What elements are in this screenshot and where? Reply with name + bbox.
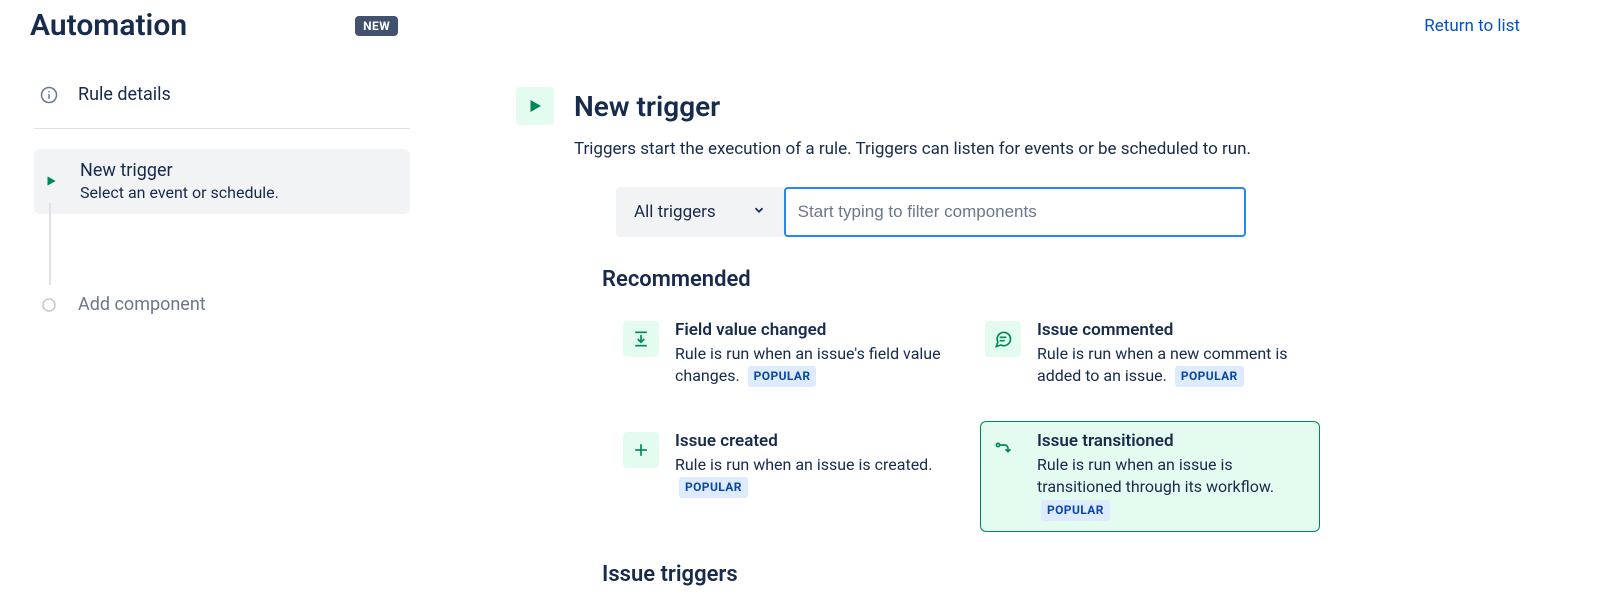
card-description: Rule is run when an issue is created. PO… <box>675 454 943 499</box>
trigger-card-issue-commented[interactable]: Issue commented Rule is run when a new c… <box>980 310 1320 399</box>
sidebar-step-title: New trigger <box>80 159 279 182</box>
sidebar-step-subtitle: Select an event or schedule. <box>80 183 279 204</box>
trigger-chip-icon <box>516 87 554 125</box>
select-value: All triggers <box>634 202 716 222</box>
sidebar-step-new-trigger[interactable]: New trigger Select an event or schedule. <box>34 149 410 213</box>
circle-icon <box>38 294 60 316</box>
sidebar-item-label: Rule details <box>78 83 171 106</box>
new-badge: NEW <box>355 16 398 36</box>
popular-badge: POPULAR <box>679 477 748 498</box>
main-title: New trigger <box>574 90 720 123</box>
card-title: Issue commented <box>1037 319 1305 341</box>
recommended-cards: Field value changed Rule is run when an … <box>618 310 1540 532</box>
main-panel: New trigger Triggers start the execution… <box>420 75 1600 606</box>
plus-icon <box>623 432 659 468</box>
component-filter-input[interactable] <box>784 187 1246 237</box>
rule-sidebar: Rule details New trigger Select an event… <box>0 75 420 606</box>
page-header: Automation NEW Return to list <box>0 0 1600 43</box>
trigger-card-issue-created[interactable]: Issue created Rule is run when an issue … <box>618 421 958 532</box>
section-header-recommended: Recommended <box>602 267 1540 292</box>
main-description: Triggers start the execution of a rule. … <box>574 139 1540 159</box>
sidebar-item-label: Add component <box>78 293 206 316</box>
trigger-category-select[interactable]: All triggers <box>616 187 784 237</box>
popular-badge: POPULAR <box>1175 366 1244 387</box>
trigger-card-field-value-changed[interactable]: Field value changed Rule is run when an … <box>618 310 958 399</box>
info-icon <box>38 84 60 106</box>
popular-badge: POPULAR <box>1041 500 1110 521</box>
workflow-icon <box>985 432 1021 468</box>
card-title: Field value changed <box>675 319 943 341</box>
download-underline-icon <box>623 321 659 357</box>
trigger-card-issue-transitioned[interactable]: Issue transitioned Rule is run when an i… <box>980 421 1320 532</box>
card-description: Rule is run when an issue's field value … <box>675 343 943 388</box>
popular-badge: POPULAR <box>748 366 817 387</box>
card-title: Issue created <box>675 430 943 452</box>
page-title: Automation <box>30 8 187 43</box>
card-description: Rule is run when an issue is transitione… <box>1037 454 1305 521</box>
section-header-issue-triggers: Issue triggers <box>602 562 1540 587</box>
return-to-list-link[interactable]: Return to list <box>1424 16 1570 36</box>
card-description: Rule is run when a new comment is added … <box>1037 343 1305 388</box>
chevron-down-icon <box>752 202 766 222</box>
sidebar-add-component[interactable]: Add component <box>34 282 410 328</box>
comment-icon <box>985 321 1021 357</box>
sidebar-item-rule-details[interactable]: Rule details <box>34 75 410 129</box>
step-connector-line <box>49 203 51 285</box>
play-icon <box>40 170 62 192</box>
card-title: Issue transitioned <box>1037 430 1305 452</box>
